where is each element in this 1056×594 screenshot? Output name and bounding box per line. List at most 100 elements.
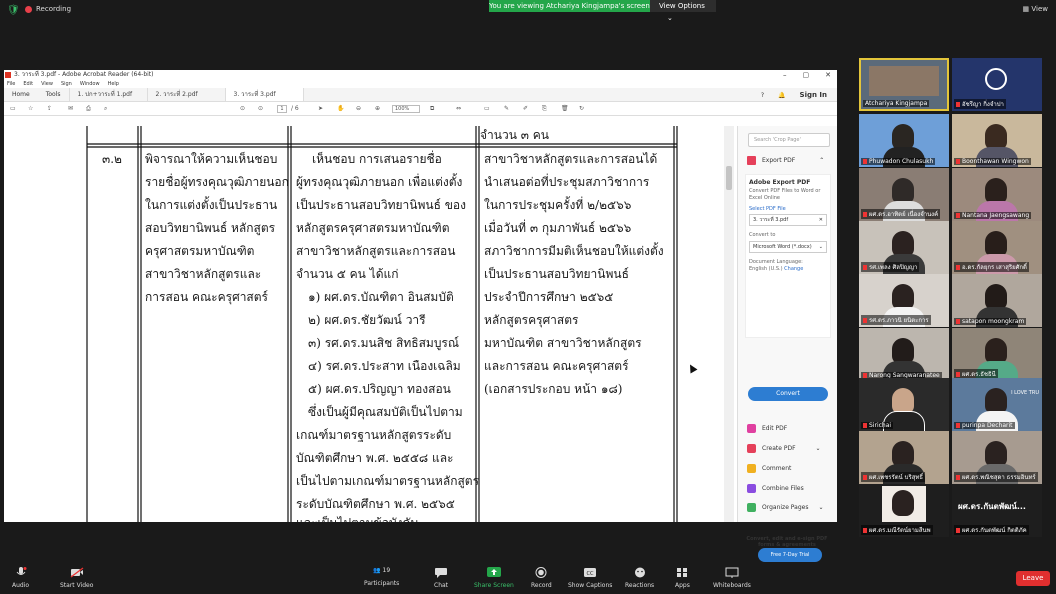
trash-icon[interactable]: 🗑 [561,105,569,112]
format-select[interactable]: Microsoft Word (*.docx) ⌄ [749,241,827,253]
convert-button[interactable]: Convert [748,387,828,401]
participant-tile[interactable]: ผศ.เพชรรัตน์ บริสุทธิ์ [859,431,949,484]
participant-tile[interactable]: Phuwadon Chulasukh [859,114,949,167]
view-options-button[interactable]: View Options ⌄ [650,0,716,22]
reactions-button[interactable]: Reactions [625,567,654,589]
rotate-icon[interactable]: ↻ [579,105,584,112]
show-captions-button[interactable]: CC Show Captions [568,567,612,589]
participant-tile[interactable]: ผศ.ดร.อาทิตย์ เนื่องจำนงค์ [859,168,949,221]
mic-muted-icon [956,475,960,480]
menu-file[interactable]: File [7,80,15,88]
fit-page-icon[interactable]: ⧉ [430,105,434,113]
participant-tile[interactable]: ผศ.ดร.กันตพัฒน์... ผศ.ดร.กันตพัฒน์ กิตติ… [952,484,1042,537]
tab-home[interactable]: Home [4,88,38,101]
page-up-icon[interactable]: ⊙ [240,105,245,112]
document-scrollbar[interactable] [724,126,734,522]
tool-create-pdf[interactable]: Create PDF ⌄ [747,444,821,453]
zoom-out-icon[interactable]: ⊖ [356,105,361,112]
star-icon[interactable]: ☆ [28,105,33,112]
share-screen-icon [486,567,501,577]
selected-file-field[interactable]: 3. วาระที่ 3.pdf ✕ [749,214,827,226]
participant-tile[interactable]: ผศ.ดร.ธัชธินี [952,328,1042,381]
shield-icon[interactable]: 🛡 [7,5,20,17]
menu-edit[interactable]: Edit [23,80,33,88]
participant-tile[interactable]: satapon moongkram [952,274,1042,327]
change-language-link[interactable]: Change [784,266,803,272]
participant-tile[interactable]: อ.ดร.กัลยุกร เสาสุริยศักดิ์ [952,221,1042,274]
menu-help[interactable]: Help [108,80,119,88]
highlight-icon[interactable]: ✐ [523,105,528,112]
participant-tile[interactable]: Nantana Jaengsawang [952,168,1042,221]
sign-in-button[interactable]: Sign In [800,91,827,99]
promo-text: Convert, edit and e-sign PDF forms & agr… [746,536,828,548]
scroll-mode-icon[interactable]: ⇔ [456,105,461,112]
participant-tile[interactable]: อัชรีญา กิ่งจำปา [952,58,1042,111]
participant-tile[interactable]: Sirichai [859,378,949,431]
audio-button[interactable]: Audio [12,567,29,589]
upload-icon[interactable]: ⇪ [47,105,52,112]
start-video-button[interactable]: Start Video [60,567,93,589]
participants-button[interactable]: 👥 19 Participants [364,567,399,587]
tool-comment[interactable]: Comment [747,464,791,473]
participant-tile[interactable]: Atchariya Kingjampa [859,58,949,111]
share-screen-button[interactable]: Share Screen [474,567,514,589]
participant-tile[interactable]: รศ.เพลง ศิลปิญญา [859,221,949,274]
zoom-in-icon[interactable]: ⊕ [375,105,380,112]
tab-tools[interactable]: Tools [38,88,70,101]
close-icon[interactable]: ✕ [825,70,831,80]
tool-combine-files[interactable]: Combine Files [747,484,804,493]
view-button[interactable]: ▦ View [1023,5,1048,13]
participant-tile[interactable]: ผศ.ดร.พณิชสุดา ธรรมอินทร์ [952,431,1042,484]
export-pdf-header[interactable]: Export PDF ⌃ [747,156,824,165]
chat-button[interactable]: Chat [434,567,448,589]
leave-button[interactable]: Leave [1016,571,1050,586]
tools-search-input[interactable]: Search 'Crop Page' [748,133,830,147]
participant-name-text: ผศ.ดร.อาทิตย์ เนื่องจำนงค์ [869,211,939,218]
minimize-icon[interactable]: – [783,70,787,80]
participant-tile[interactable]: Narong Sangwaranatee [859,328,949,381]
zoom-level-select[interactable]: 100% [392,105,420,113]
hand-icon[interactable]: ✋ [337,105,344,112]
menu-sign[interactable]: Sign [61,80,72,88]
doc-tab-3[interactable]: 3. วาระที่ 3.pdf [225,88,304,101]
doc-tab-1[interactable]: 1. ปก+วาระที่ 1.pdf [70,88,148,101]
participant-tile[interactable]: Boonthawan Wingwon [952,114,1042,167]
help-icon[interactable]: ? [761,92,764,99]
scrollbar-thumb[interactable] [726,166,732,190]
record-button[interactable]: Record [531,567,552,589]
col1-line: สอบวิทยานิพนธ์ หลักสูตร [145,221,276,235]
select-cursor-icon[interactable]: ➤ [318,105,323,112]
participants-count: 19 [382,567,391,574]
col2-line: ซึ่งเป็นผู้มีคุณสมบัติเป็นไปตาม [308,405,463,419]
mail-icon[interactable]: ✉ [68,105,73,112]
apps-button[interactable]: Apps [675,567,690,589]
search-icon[interactable]: ⌕ [104,105,107,113]
page-number-input[interactable]: 1 [277,105,287,113]
free-trial-button[interactable]: Free 7-Day Trial [758,548,822,562]
tool-label: Comment [762,465,792,472]
panel-subtitle: Convert PDF Files to Word or Excel Onlin… [749,188,821,201]
maximize-icon[interactable]: ▢ [803,70,810,80]
stamp-icon[interactable]: ⎘ [542,105,547,113]
banner-text: I LOVE TRU [1011,390,1039,396]
comment-icon[interactable]: ▭ [484,105,490,112]
bell-icon[interactable]: 🔔 [778,92,785,99]
save-icon[interactable]: ▭ [10,105,16,112]
menu-view[interactable]: View [41,80,53,88]
print-icon[interactable]: ⎙ [86,105,91,113]
captions-icon: CC [584,568,597,577]
whiteboards-button[interactable]: Whiteboards [713,567,751,589]
menu-window[interactable]: Window [80,80,100,88]
tool-edit-pdf[interactable]: Edit PDF [747,424,787,433]
recording-indicator[interactable]: Recording [25,5,71,13]
page-down-icon[interactable]: ⊙ [258,105,263,112]
close-icon[interactable]: ✕ [819,215,823,226]
pen-icon[interactable]: ✎ [504,105,509,112]
participant-tile[interactable]: รศ.ดร.ภาวนิ ยนิตะการ [859,274,949,327]
participant-tile[interactable]: I LOVE TRU purinpa Decharit [952,378,1042,431]
doc-tab-2[interactable]: 2. วาระที่ 2.pdf [148,88,226,101]
svg-text:CC: CC [587,571,594,577]
participant-tile[interactable]: ผศ.ดร.มณีรัตน์ยามสีนพ [859,484,949,537]
tool-organize-pages[interactable]: Organize Pages ⌄ [747,503,823,512]
pdf-page[interactable]: จำนวน ๓ คน ๓.๒ พิจารณาให้ความเห็นชอบ ราย… [4,126,724,522]
